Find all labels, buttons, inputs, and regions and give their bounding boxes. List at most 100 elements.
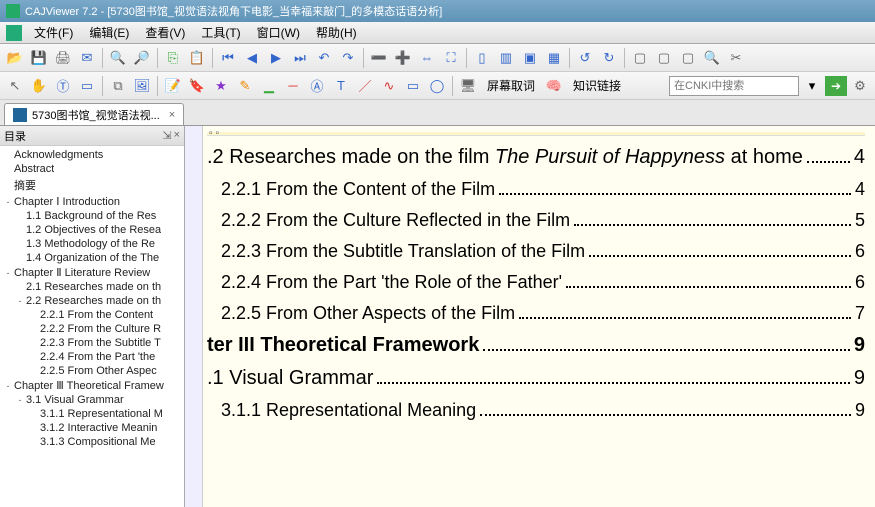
- layout-facing-icon[interactable]: ▣: [519, 47, 541, 69]
- hand-icon[interactable]: ✋: [28, 75, 50, 97]
- rect-icon[interactable]: ▭: [402, 75, 424, 97]
- toolbar-secondary: ↖ ✋ Ⓣ ▭ ⧉ 🖼 📝 🔖 ★ ✎ ▁ ─ Ⓐ T ／ ∿ ▭ ◯ 🖥 屏幕…: [0, 72, 875, 100]
- outline-node[interactable]: -2.2 Researches made on th: [0, 294, 184, 308]
- curve-icon[interactable]: ∿: [378, 75, 400, 97]
- highlight-icon[interactable]: ✎: [234, 75, 256, 97]
- menu-edit[interactable]: 编辑(E): [81, 22, 137, 43]
- fit-width-icon[interactable]: ⇔: [416, 47, 438, 69]
- forward-icon[interactable]: ↷: [337, 47, 359, 69]
- prev-page-icon[interactable]: ◀: [241, 47, 263, 69]
- rotate-left-icon[interactable]: ↺: [574, 47, 596, 69]
- copy-icon[interactable]: ⎘: [162, 47, 184, 69]
- page-a-icon[interactable]: ▢: [629, 47, 651, 69]
- outline-node[interactable]: 2.2.4 From the Part 'the: [0, 350, 184, 364]
- mark-icon[interactable]: ★: [210, 75, 232, 97]
- layout-book-icon[interactable]: ▦: [543, 47, 565, 69]
- outline-node[interactable]: -Chapter Ⅰ Introduction: [0, 194, 184, 209]
- screen-pick-icon[interactable]: 🖥: [457, 75, 479, 97]
- outline-node[interactable]: 3.1.2 Interactive Meanin: [0, 421, 184, 435]
- outline-node[interactable]: Acknowledgments: [0, 148, 184, 162]
- expander-icon[interactable]: -: [2, 268, 14, 278]
- annotation-t-icon[interactable]: T: [330, 75, 352, 97]
- underline-icon[interactable]: ▁: [258, 75, 280, 97]
- search-input[interactable]: [669, 76, 799, 96]
- outline-node[interactable]: 摘要: [0, 176, 184, 194]
- toc-line: 2.2.4 From the Part 'the Role of the Fat…: [207, 272, 865, 293]
- last-page-icon[interactable]: ⏭: [289, 47, 311, 69]
- zoom-in-icon[interactable]: ➕: [392, 47, 414, 69]
- outline-node[interactable]: -Chapter Ⅲ Theoretical Framew: [0, 378, 184, 393]
- open-icon[interactable]: 📂: [4, 47, 26, 69]
- bookmark-icon[interactable]: 🔖: [186, 75, 208, 97]
- page-b-icon[interactable]: ▢: [653, 47, 675, 69]
- outline-node[interactable]: -3.1 Visual Grammar: [0, 393, 184, 407]
- search-dropdown-icon[interactable]: ▾: [801, 75, 823, 97]
- toc-leader: [807, 161, 850, 163]
- document-view[interactable]: ▫▫ .2 Researches made on the film The Pu…: [203, 126, 875, 507]
- ellipse-icon[interactable]: ◯: [426, 75, 448, 97]
- expander-icon[interactable]: -: [14, 296, 26, 306]
- back-icon[interactable]: ↶: [313, 47, 335, 69]
- layout-cont-icon[interactable]: ▥: [495, 47, 517, 69]
- rotate-right-icon[interactable]: ↻: [598, 47, 620, 69]
- settings-icon[interactable]: ⚙: [849, 75, 871, 97]
- outline-node[interactable]: 2.2.1 From the Content: [0, 308, 184, 322]
- menu-tools[interactable]: 工具(T): [193, 22, 248, 43]
- save-icon[interactable]: 💾: [28, 47, 50, 69]
- screen-pick-label[interactable]: 屏幕取词: [481, 77, 541, 94]
- app-logo-icon: [6, 25, 22, 41]
- area-select-icon[interactable]: ▭: [76, 75, 98, 97]
- outline-node[interactable]: Abstract: [0, 162, 184, 176]
- pin-icon[interactable]: ⇲: [162, 129, 171, 142]
- search-go-button[interactable]: ➔: [825, 76, 847, 96]
- layout-single-icon[interactable]: ▯: [471, 47, 493, 69]
- menu-help[interactable]: 帮助(H): [308, 22, 365, 43]
- outline-node[interactable]: 1.4 Organization of the The: [0, 251, 184, 265]
- document-tab[interactable]: 5730图书馆_视觉语法视... ×: [4, 103, 184, 125]
- menu-file[interactable]: 文件(F): [26, 22, 81, 43]
- zoom-out-icon[interactable]: ➖: [368, 47, 390, 69]
- toc-line: 2.2.2 From the Culture Reflected in the …: [207, 210, 865, 231]
- strikeout-icon[interactable]: ─: [282, 75, 304, 97]
- outline-node[interactable]: -Chapter Ⅱ Literature Review: [0, 265, 184, 280]
- image-select-icon[interactable]: 🖼: [131, 75, 153, 97]
- mail-icon[interactable]: ✉: [76, 47, 98, 69]
- fit-page-icon[interactable]: ⛶: [440, 47, 462, 69]
- magnify-icon[interactable]: 🔍: [701, 47, 723, 69]
- paste-icon[interactable]: 📋: [186, 47, 208, 69]
- annotation-a-icon[interactable]: Ⓐ: [306, 75, 328, 97]
- knowlink-icon[interactable]: 🧠: [543, 75, 565, 97]
- line-icon[interactable]: ／: [354, 75, 376, 97]
- expander-icon[interactable]: -: [2, 197, 14, 207]
- note-icon[interactable]: 📝: [162, 75, 184, 97]
- outline-node[interactable]: 1.3 Methodology of the Re: [0, 237, 184, 251]
- outline-node[interactable]: 2.2.3 From the Subtitle T: [0, 336, 184, 350]
- ruler-strip: [185, 126, 203, 507]
- outline-node[interactable]: 1.2 Objectives of the Resea: [0, 223, 184, 237]
- print-icon[interactable]: 🖨: [52, 47, 74, 69]
- outline-node[interactable]: 2.1 Researches made on th: [0, 280, 184, 294]
- find-next-icon[interactable]: 🔎: [131, 47, 153, 69]
- text-select-icon[interactable]: Ⓣ: [52, 75, 74, 97]
- find-icon[interactable]: 🔍: [107, 47, 129, 69]
- close-icon[interactable]: ×: [169, 109, 175, 121]
- crop-icon[interactable]: ✂: [725, 47, 747, 69]
- outline-node[interactable]: 2.2.2 From the Culture R: [0, 322, 184, 336]
- ocr-icon[interactable]: ⧉: [107, 75, 129, 97]
- toc-leader: [377, 382, 850, 384]
- knowlink-label[interactable]: 知识链接: [567, 77, 627, 94]
- expander-icon[interactable]: -: [14, 395, 26, 405]
- next-page-icon[interactable]: ▶: [265, 47, 287, 69]
- menu-view[interactable]: 查看(V): [137, 22, 193, 43]
- expander-icon[interactable]: -: [2, 381, 14, 391]
- page-c-icon[interactable]: ▢: [677, 47, 699, 69]
- outline-node[interactable]: 3.1.3 Compositional Me: [0, 435, 184, 449]
- outline-node[interactable]: 1.1 Background of the Res: [0, 209, 184, 223]
- cursor-icon[interactable]: ↖: [4, 75, 26, 97]
- menu-window[interactable]: 窗口(W): [249, 22, 308, 43]
- first-page-icon[interactable]: ⏮: [217, 47, 239, 69]
- sidebar-close-icon[interactable]: ×: [174, 129, 180, 142]
- toc-text: 3.1.1 Representational Meaning: [221, 400, 476, 421]
- outline-node[interactable]: 3.1.1 Representational M: [0, 407, 184, 421]
- outline-node[interactable]: 2.2.5 From Other Aspec: [0, 364, 184, 378]
